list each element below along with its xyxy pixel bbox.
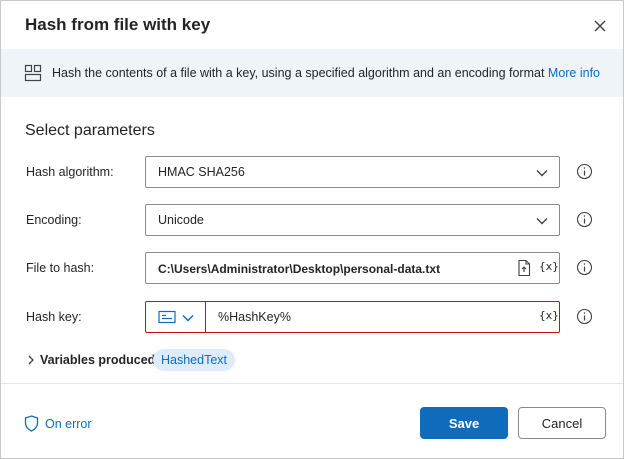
title-bar: Hash from file with key <box>1 1 623 49</box>
footer-divider <box>1 383 623 384</box>
cancel-button[interactable]: Cancel <box>518 407 606 439</box>
close-icon[interactable] <box>589 15 611 37</box>
input-mode-dropdown[interactable] <box>146 302 206 332</box>
more-info-link[interactable]: More info <box>548 66 600 80</box>
banner-description: Hash the contents of a file with a key, … <box>52 66 545 80</box>
variable-picker-icon[interactable]: {x} <box>539 309 559 322</box>
info-icon[interactable] <box>576 163 593 180</box>
encoding-label: Encoding: <box>26 213 82 227</box>
section-title: Select parameters <box>25 122 155 139</box>
variable-picker-icon[interactable]: {x} <box>539 260 559 273</box>
chevron-down-icon <box>536 170 548 177</box>
info-icon[interactable] <box>576 211 593 228</box>
hash-algorithm-label: Hash algorithm: <box>26 165 114 179</box>
file-to-hash-input[interactable]: C:\Users\Administrator\Desktop\personal-… <box>145 252 560 284</box>
hash-algorithm-value: HMAC SHA256 <box>158 165 245 179</box>
on-error-label: On error <box>45 417 92 431</box>
text-input-icon <box>158 310 176 324</box>
encoding-dropdown[interactable]: Unicode <box>145 204 560 236</box>
hash-key-value: %HashKey% <box>218 310 291 324</box>
info-banner: Hash the contents of a file with a key, … <box>1 49 623 97</box>
hash-from-file-dialog: Hash from file with key Hash the content… <box>0 0 624 459</box>
variable-pill-hashedtext[interactable]: HashedText <box>153 349 236 371</box>
variables-produced-label: Variables produced <box>40 353 156 367</box>
chevron-down-icon <box>182 314 194 322</box>
encoding-value: Unicode <box>158 213 204 227</box>
info-icon[interactable] <box>576 259 593 276</box>
action-module-icon <box>24 64 42 82</box>
hash-algorithm-dropdown[interactable]: HMAC SHA256 <box>145 156 560 188</box>
hash-key-label: Hash key: <box>26 310 82 324</box>
save-button[interactable]: Save <box>420 407 508 439</box>
shield-icon <box>24 415 39 432</box>
info-icon[interactable] <box>576 308 593 325</box>
dialog-title: Hash from file with key <box>25 15 211 34</box>
file-to-hash-value: C:\Users\Administrator\Desktop\personal-… <box>158 262 441 276</box>
hash-key-input[interactable]: %HashKey% {x} <box>145 301 560 333</box>
chevron-right-icon[interactable] <box>26 354 36 366</box>
file-to-hash-label: File to hash: <box>26 261 95 275</box>
chevron-down-icon <box>536 218 548 225</box>
banner-text: Hash the contents of a file with a key, … <box>52 66 600 80</box>
file-select-icon[interactable] <box>516 259 532 277</box>
